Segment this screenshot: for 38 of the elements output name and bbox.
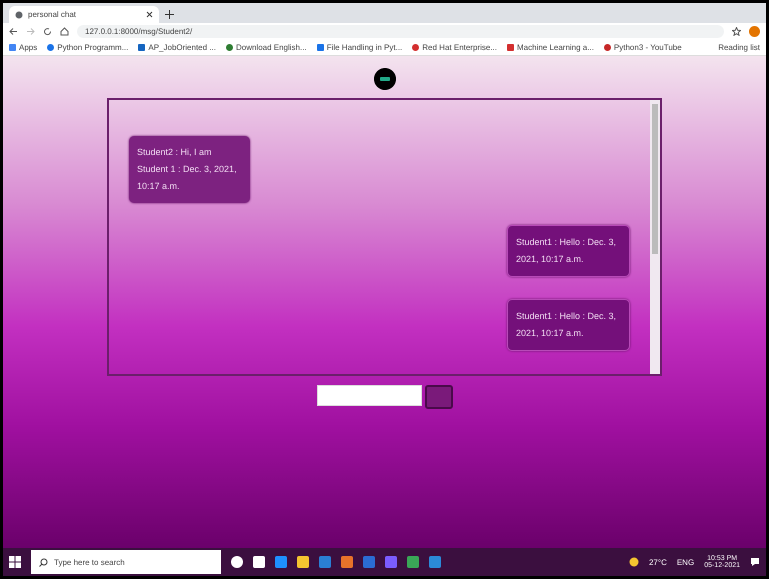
browser-tab[interactable]: personal chat [9, 6, 159, 23]
address-text: 127.0.0.1:8000/msg/Student2/ [85, 27, 192, 36]
address-bar[interactable]: 127.0.0.1:8000/msg/Student2/ [77, 25, 724, 38]
bookmark-item[interactable]: Machine Learning a... [506, 43, 594, 52]
logo-icon [374, 68, 396, 90]
weather-icon [628, 557, 639, 567]
bookmark-item[interactable]: Apps [9, 43, 38, 52]
new-tab-icon[interactable] [165, 10, 174, 19]
message-bubble: Student1 : Hello : Dec. 3, 2021, 10:17 a.m. [507, 299, 630, 351]
home-icon[interactable] [60, 27, 69, 36]
message-input[interactable] [316, 385, 422, 406]
globe-icon [15, 10, 23, 18]
weather-text: 27°C [648, 558, 667, 566]
taskbar-app-icon[interactable] [231, 556, 243, 568]
search-placeholder: Type here to search [54, 558, 125, 566]
bookmark-item[interactable]: Python Programm... [47, 43, 128, 52]
bookmark-item[interactable]: File Handling in Pyt... [316, 43, 402, 52]
bookmark-item[interactable]: Download English... [226, 43, 307, 52]
windows-start-icon[interactable] [9, 556, 21, 568]
language-indicator[interactable]: ENG [676, 558, 694, 566]
bookmark-item[interactable]: AP_JobOriented ... [138, 43, 216, 52]
taskbar-search-field[interactable]: Type here to search [31, 550, 221, 574]
message-bubble: Student1 : Hello : Dec. 3, 2021, 10:17 a.m. [507, 225, 630, 277]
reload-icon[interactable] [43, 27, 52, 36]
notification-icon[interactable] [750, 557, 760, 567]
back-icon[interactable] [9, 27, 18, 36]
profile-avatar[interactable] [749, 26, 760, 37]
send-button[interactable] [424, 385, 452, 409]
search-icon [39, 558, 48, 566]
star-icon[interactable] [732, 27, 741, 36]
forward-icon[interactable] [26, 27, 35, 36]
close-icon[interactable] [146, 11, 153, 18]
reading-list[interactable]: Reading list [718, 43, 760, 52]
bookmark-item[interactable]: Python3 - YouTube [604, 43, 682, 52]
bookmark-item[interactable]: Red Hat Enterprise... [412, 43, 497, 52]
tab-title: personal chat [28, 10, 78, 19]
scrollbar[interactable] [650, 100, 660, 374]
message-bubble: Student2 : Hi, I am Student 1 : Dec. 3, 2021, 10:17 a.m. [129, 136, 250, 203]
